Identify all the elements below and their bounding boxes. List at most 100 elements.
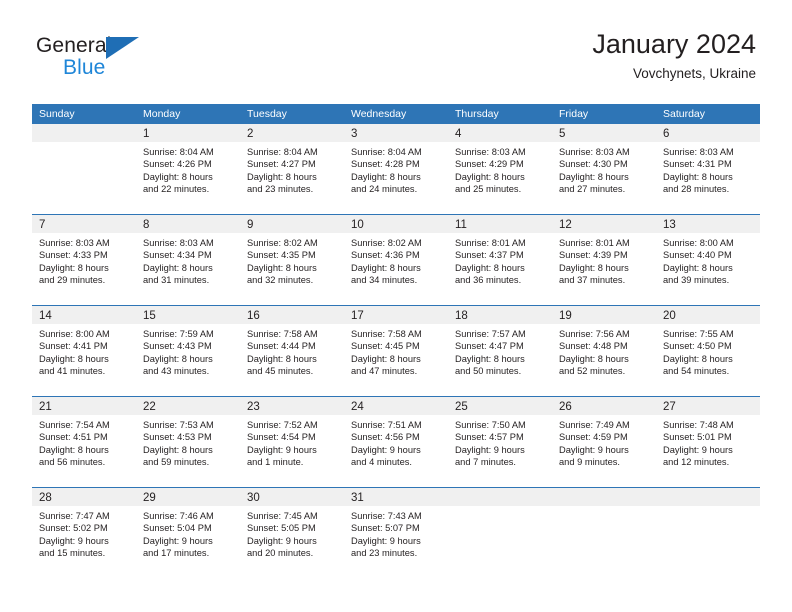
- day-cell[interactable]: 9 Sunrise: 8:02 AM Sunset: 4:35 PM Daylight…: [240, 215, 344, 305]
- day-cell[interactable]: 18 Sunrise: 7:57 AM Sunset: 4:47 PM Dayligh…: [448, 306, 552, 396]
- day-details: Sunrise: 7:54 AM Sunset: 4:51 PM Daylight:…: [32, 415, 136, 469]
- week-cells: 14 Sunrise: 8:00 AM Sunset: 4:41 PM Dayligh…: [32, 306, 760, 396]
- weekday-header-monday: Monday: [143, 108, 181, 120]
- daylight-text-line2: and 9 minutes.: [559, 457, 620, 468]
- day-number-band: 25: [448, 397, 552, 415]
- title-block: January 2024 Vovchynets, Ukraine: [592, 28, 756, 82]
- day-cell[interactable]: 15 Sunrise: 7:59 AM Sunset: 4:43 PM Dayligh…: [136, 306, 240, 396]
- day-details: Sunrise: 7:59 AM Sunset: 4:43 PM Daylight:…: [136, 324, 240, 378]
- general-blue-logo[interactable]: General Blue: [36, 34, 176, 84]
- day-cell[interactable]: 2 Sunrise: 8:04 AM Sunset: 4:27 PM Daylight…: [240, 124, 344, 214]
- day-details: Sunrise: 8:02 AM Sunset: 4:35 PM Daylight:…: [240, 233, 344, 287]
- calendar-week-row: 28 Sunrise: 7:47 AM Sunset: 5:02 PM Dayligh…: [32, 487, 760, 578]
- daylight-text-line2: and 1 minute.: [247, 457, 304, 468]
- day-cell[interactable]: 13 Sunrise: 8:00 AM Sunset: 4:40 PM Dayligh…: [656, 215, 760, 305]
- day-cell[interactable]: 28 Sunrise: 7:47 AM Sunset: 5:02 PM Dayligh…: [32, 488, 136, 578]
- day-cell[interactable]: 21 Sunrise: 7:54 AM Sunset: 4:51 PM Dayligh…: [32, 397, 136, 487]
- day-number-band: [552, 488, 656, 506]
- sunset-text: Sunset: 4:28 PM: [351, 159, 420, 170]
- sunrise-text: Sunrise: 7:50 AM: [455, 420, 526, 430]
- day-details: Sunrise: 7:48 AM Sunset: 5:01 PM Daylight:…: [656, 415, 760, 469]
- day-cell[interactable]: 6 Sunrise: 8:03 AM Sunset: 4:31 PM Daylight…: [656, 124, 760, 214]
- calendar-week-row: 21 Sunrise: 7:54 AM Sunset: 4:51 PM Dayligh…: [32, 396, 760, 487]
- day-number-band: 8: [136, 215, 240, 233]
- daylight-text-line1: Daylight: 8 hours: [351, 353, 421, 364]
- daylight-text-line1: Daylight: 8 hours: [143, 171, 213, 182]
- weekday-header-sunday: Sunday: [39, 108, 75, 120]
- day-number-band: 15: [136, 306, 240, 324]
- day-cell[interactable]: 10 Sunrise: 8:02 AM Sunset: 4:36 PM Dayligh…: [344, 215, 448, 305]
- daylight-text-line2: and 50 minutes.: [455, 366, 522, 377]
- day-number-band: 21: [32, 397, 136, 415]
- day-cell[interactable]: 8 Sunrise: 8:03 AM Sunset: 4:34 PM Daylight…: [136, 215, 240, 305]
- day-details: Sunrise: 7:50 AM Sunset: 4:57 PM Daylight:…: [448, 415, 552, 469]
- day-cell[interactable]: 5 Sunrise: 8:03 AM Sunset: 4:30 PM Daylight…: [552, 124, 656, 214]
- daylight-text-line1: Daylight: 9 hours: [247, 444, 317, 455]
- sunrise-text: Sunrise: 8:01 AM: [559, 238, 630, 248]
- daylight-text-line1: Daylight: 8 hours: [455, 353, 525, 364]
- day-cell[interactable]: 17 Sunrise: 7:58 AM Sunset: 4:45 PM Dayligh…: [344, 306, 448, 396]
- day-number-band: 24: [344, 397, 448, 415]
- daylight-text-line1: Daylight: 8 hours: [559, 171, 629, 182]
- sunset-text: Sunset: 4:27 PM: [247, 159, 316, 170]
- day-number: 11: [455, 219, 467, 231]
- sunrise-text: Sunrise: 8:02 AM: [247, 238, 318, 248]
- sunrise-text: Sunrise: 7:47 AM: [39, 511, 110, 521]
- day-details: Sunrise: 7:43 AM Sunset: 5:07 PM Daylight:…: [344, 506, 448, 560]
- day-cell[interactable]: 30 Sunrise: 7:45 AM Sunset: 5:05 PM Dayligh…: [240, 488, 344, 578]
- daylight-text-line2: and 47 minutes.: [351, 366, 418, 377]
- day-cell[interactable]: 25 Sunrise: 7:50 AM Sunset: 4:57 PM Dayligh…: [448, 397, 552, 487]
- day-cell[interactable]: 29 Sunrise: 7:46 AM Sunset: 5:04 PM Dayligh…: [136, 488, 240, 578]
- sunrise-text: Sunrise: 7:49 AM: [559, 420, 630, 430]
- daylight-text-line1: Daylight: 8 hours: [143, 444, 213, 455]
- day-cell[interactable]: 11 Sunrise: 8:01 AM Sunset: 4:37 PM Dayligh…: [448, 215, 552, 305]
- day-number-band: 7: [32, 215, 136, 233]
- day-cell[interactable]: 27 Sunrise: 7:48 AM Sunset: 5:01 PM Dayligh…: [656, 397, 760, 487]
- day-cell[interactable]: 14 Sunrise: 8:00 AM Sunset: 4:41 PM Dayligh…: [32, 306, 136, 396]
- sunset-text: Sunset: 5:04 PM: [143, 523, 212, 534]
- day-number: 31: [351, 492, 364, 504]
- weekday-header-thursday: Thursday: [455, 108, 499, 120]
- day-cell[interactable]: 22 Sunrise: 7:53 AM Sunset: 4:53 PM Dayligh…: [136, 397, 240, 487]
- day-cell[interactable]: 26 Sunrise: 7:49 AM Sunset: 4:59 PM Dayligh…: [552, 397, 656, 487]
- sunset-text: Sunset: 4:57 PM: [455, 432, 524, 443]
- daylight-text-line1: Daylight: 8 hours: [39, 353, 109, 364]
- day-cell[interactable]: 7 Sunrise: 8:03 AM Sunset: 4:33 PM Daylight…: [32, 215, 136, 305]
- sunrise-text: Sunrise: 7:45 AM: [247, 511, 318, 521]
- calendar-week-row: 7 Sunrise: 8:03 AM Sunset: 4:33 PM Daylight…: [32, 214, 760, 305]
- day-cell[interactable]: 1 Sunrise: 8:04 AM Sunset: 4:26 PM Daylight…: [136, 124, 240, 214]
- weekday-header-row: Sunday Monday Tuesday Wednesday Thursday Frid…: [32, 104, 760, 124]
- day-number: 30: [247, 492, 260, 504]
- day-cell[interactable]: 31 Sunrise: 7:43 AM Sunset: 5:07 PM Dayligh…: [344, 488, 448, 578]
- daylight-text-line2: and 43 minutes.: [143, 366, 210, 377]
- day-cell[interactable]: 12 Sunrise: 8:01 AM Sunset: 4:39 PM Dayligh…: [552, 215, 656, 305]
- day-cell[interactable]: 23 Sunrise: 7:52 AM Sunset: 4:54 PM Dayligh…: [240, 397, 344, 487]
- day-cell[interactable]: 16 Sunrise: 7:58 AM Sunset: 4:44 PM Dayligh…: [240, 306, 344, 396]
- day-details: Sunrise: 8:00 AM Sunset: 4:40 PM Daylight:…: [656, 233, 760, 287]
- sunrise-text: Sunrise: 7:53 AM: [143, 420, 214, 430]
- day-cell[interactable]: 20 Sunrise: 7:55 AM Sunset: 4:50 PM Dayligh…: [656, 306, 760, 396]
- day-number: 18: [455, 310, 468, 322]
- day-cell[interactable]: 24 Sunrise: 7:51 AM Sunset: 4:56 PM Dayligh…: [344, 397, 448, 487]
- day-number-band: 26: [552, 397, 656, 415]
- daylight-text-line1: Daylight: 9 hours: [351, 444, 421, 455]
- day-cell[interactable]: 3 Sunrise: 8:04 AM Sunset: 4:28 PM Daylight…: [344, 124, 448, 214]
- weekday-header-tuesday: Tuesday: [247, 108, 287, 120]
- day-number-band: 16: [240, 306, 344, 324]
- day-details: Sunrise: 8:04 AM Sunset: 4:28 PM Daylight:…: [344, 142, 448, 196]
- weekday-header-saturday: Saturday: [663, 108, 706, 120]
- daylight-text-line2: and 31 minutes.: [143, 275, 210, 286]
- sunrise-text: Sunrise: 8:03 AM: [455, 147, 526, 157]
- day-cell[interactable]: 19 Sunrise: 7:56 AM Sunset: 4:48 PM Dayligh…: [552, 306, 656, 396]
- sunrise-text: Sunrise: 7:51 AM: [351, 420, 422, 430]
- sunset-text: Sunset: 4:44 PM: [247, 341, 316, 352]
- sunset-text: Sunset: 4:26 PM: [143, 159, 212, 170]
- day-number-band: 6: [656, 124, 760, 142]
- daylight-text-line1: Daylight: 8 hours: [247, 171, 317, 182]
- day-cell[interactable]: 4 Sunrise: 8:03 AM Sunset: 4:29 PM Daylight…: [448, 124, 552, 214]
- week-cells: 28 Sunrise: 7:47 AM Sunset: 5:02 PM Dayligh…: [32, 488, 760, 578]
- daylight-text-line2: and 32 minutes.: [247, 275, 314, 286]
- daylight-text-line2: and 23 minutes.: [351, 548, 418, 559]
- daylight-text-line2: and 34 minutes.: [351, 275, 418, 286]
- day-details: Sunrise: 7:49 AM Sunset: 4:59 PM Daylight:…: [552, 415, 656, 469]
